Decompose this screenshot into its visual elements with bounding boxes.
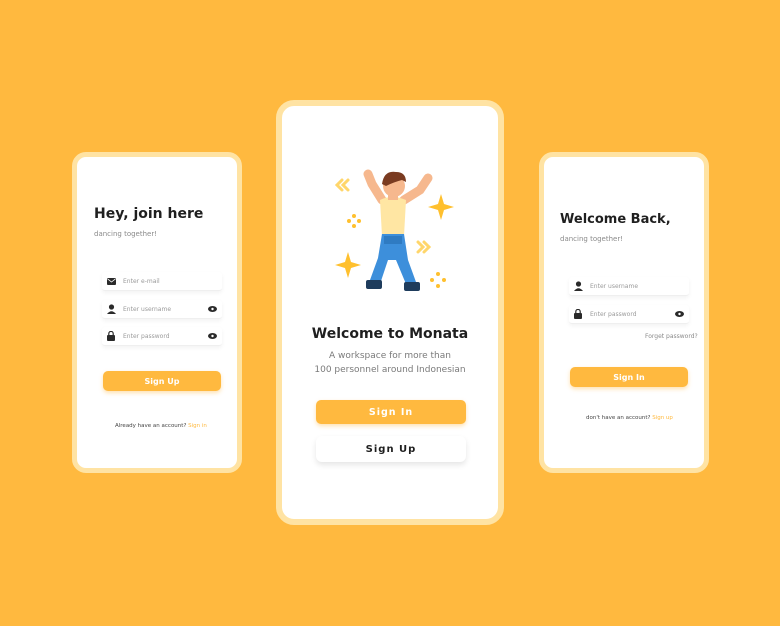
signin-username-field[interactable]: Enter username bbox=[569, 277, 689, 296]
eye-icon[interactable] bbox=[673, 309, 685, 319]
signup-screen: Hey, join here dancing together! Enter e… bbox=[72, 152, 242, 473]
welcome-description-line1: A workspace for more than bbox=[329, 351, 451, 361]
welcome-sign-in-button[interactable]: Sign In bbox=[316, 400, 466, 424]
lock-icon bbox=[105, 330, 117, 342]
signup-title: Hey, join here bbox=[94, 206, 204, 222]
welcome-title: Welcome to Monata bbox=[311, 326, 469, 342]
welcome-sign-up-button[interactable]: Sign Up bbox=[316, 436, 466, 462]
signin-screen: Welcome Back, dancing together! Enter us… bbox=[539, 152, 709, 473]
signin-button[interactable]: Sign In bbox=[570, 367, 688, 387]
signup-footer: Already have an account? Sign in bbox=[115, 423, 207, 429]
email-field[interactable]: Enter e-mail bbox=[102, 272, 222, 291]
signin-password-placeholder: Enter password bbox=[590, 310, 637, 318]
signin-username-placeholder: Enter username bbox=[590, 282, 639, 290]
mail-icon bbox=[105, 275, 117, 287]
welcome-screen: Welcome to Monata A workspace for more t… bbox=[276, 100, 504, 525]
user-icon bbox=[105, 303, 117, 315]
signup-username-placeholder: Enter username bbox=[123, 305, 172, 313]
signin-footer: don't have an account? Sign up bbox=[586, 415, 673, 421]
user-icon bbox=[572, 280, 584, 292]
signup-password-placeholder: Enter password bbox=[123, 332, 170, 340]
signin-title: Welcome Back, bbox=[560, 212, 671, 227]
signup-button[interactable]: Sign Up bbox=[103, 371, 221, 391]
signup-username-field[interactable]: Enter username bbox=[102, 300, 222, 319]
welcome-description-line2: 100 personnel around Indonesian bbox=[314, 365, 466, 375]
signin-footer-text: don't have an account? bbox=[586, 415, 651, 421]
showcase-canvas: Hey, join here dancing together! Enter e… bbox=[0, 0, 780, 626]
signup-footer-text: Already have an account? bbox=[115, 423, 187, 429]
eye-icon[interactable] bbox=[206, 331, 218, 341]
dancing-person-illustration bbox=[334, 169, 454, 291]
eye-icon[interactable] bbox=[206, 304, 218, 314]
signup-link[interactable]: Sign up bbox=[652, 415, 673, 421]
signup-password-field[interactable]: Enter password bbox=[102, 327, 222, 346]
forgot-password-link[interactable]: Forget password? bbox=[645, 333, 698, 340]
signin-link[interactable]: Sign in bbox=[188, 423, 207, 429]
email-placeholder: Enter e-mail bbox=[123, 277, 160, 285]
signup-subtitle: dancing together! bbox=[94, 230, 158, 238]
signin-subtitle: dancing together! bbox=[560, 235, 624, 243]
signin-password-field[interactable]: Enter password bbox=[569, 305, 689, 324]
lock-icon bbox=[572, 308, 584, 320]
